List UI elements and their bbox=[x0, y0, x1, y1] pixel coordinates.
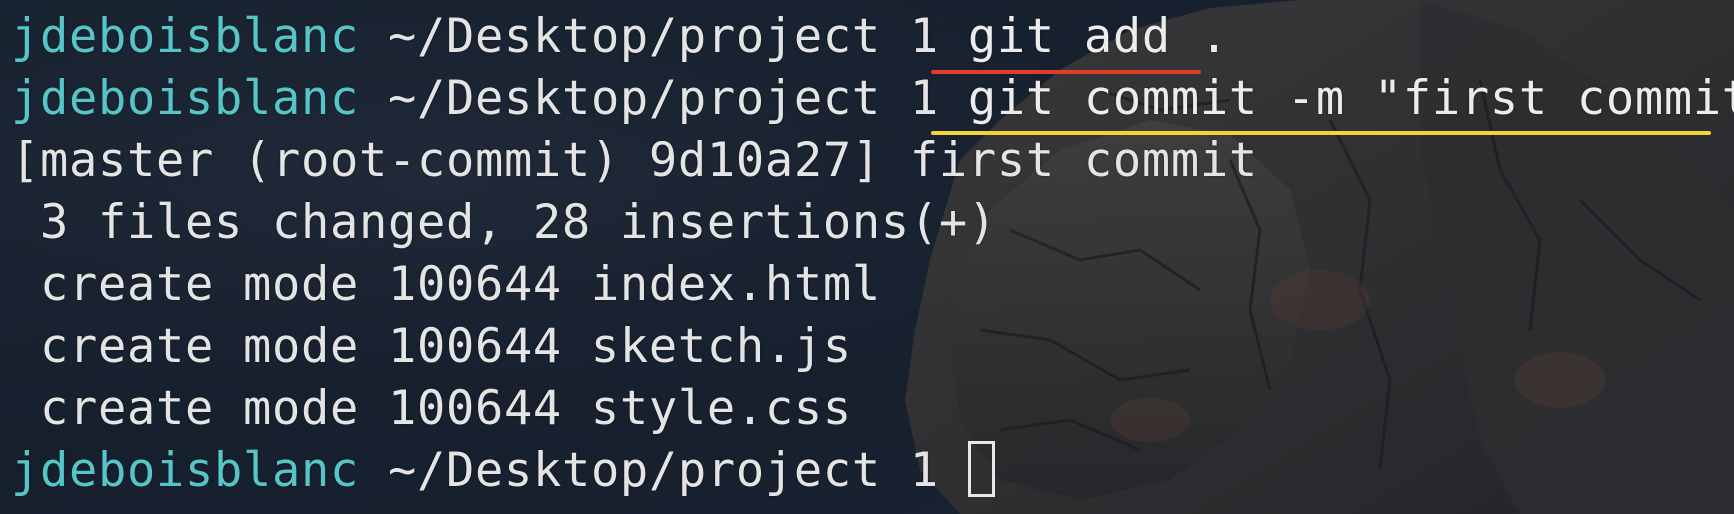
terminal-output-line: create mode 100644 sketch.js bbox=[11, 319, 852, 374]
prompt-username: jdeboisblanc bbox=[11, 9, 359, 64]
prompt-username: jdeboisblanc bbox=[11, 71, 359, 126]
terminal-output-line: create mode 100644 style.css bbox=[11, 381, 852, 436]
terminal-line-prompt: jdeboisblanc ~/Desktop/project 1 git com… bbox=[11, 68, 1734, 130]
terminal-output-line: [master (root-commit) 9d10a27] first com… bbox=[11, 133, 1258, 188]
prompt-username: jdeboisblanc bbox=[11, 443, 359, 498]
terminal-output-line: create mode 100644 index.html bbox=[11, 257, 881, 312]
prompt-path: ~/Desktop/project 1 bbox=[358, 71, 968, 126]
terminal-line-prompt: jdeboisblanc ~/Desktop/project 1 git add… bbox=[11, 6, 1229, 68]
terminal-line-prompt[interactable]: jdeboisblanc ~/Desktop/project 1 bbox=[11, 440, 995, 502]
terminal-cursor[interactable] bbox=[967, 441, 995, 497]
prompt-path: ~/Desktop/project 1 bbox=[358, 443, 968, 498]
prompt-path: ~/Desktop/project 1 bbox=[358, 9, 968, 64]
command-text: git add . bbox=[967, 9, 1229, 64]
command-text: git commit -m "first commit" bbox=[967, 71, 1734, 126]
terminal-window[interactable]: jdeboisblanc ~/Desktop/project 1 git add… bbox=[11, 6, 1734, 511]
terminal-output-line: 3 files changed, 28 insertions(+) bbox=[11, 195, 997, 250]
